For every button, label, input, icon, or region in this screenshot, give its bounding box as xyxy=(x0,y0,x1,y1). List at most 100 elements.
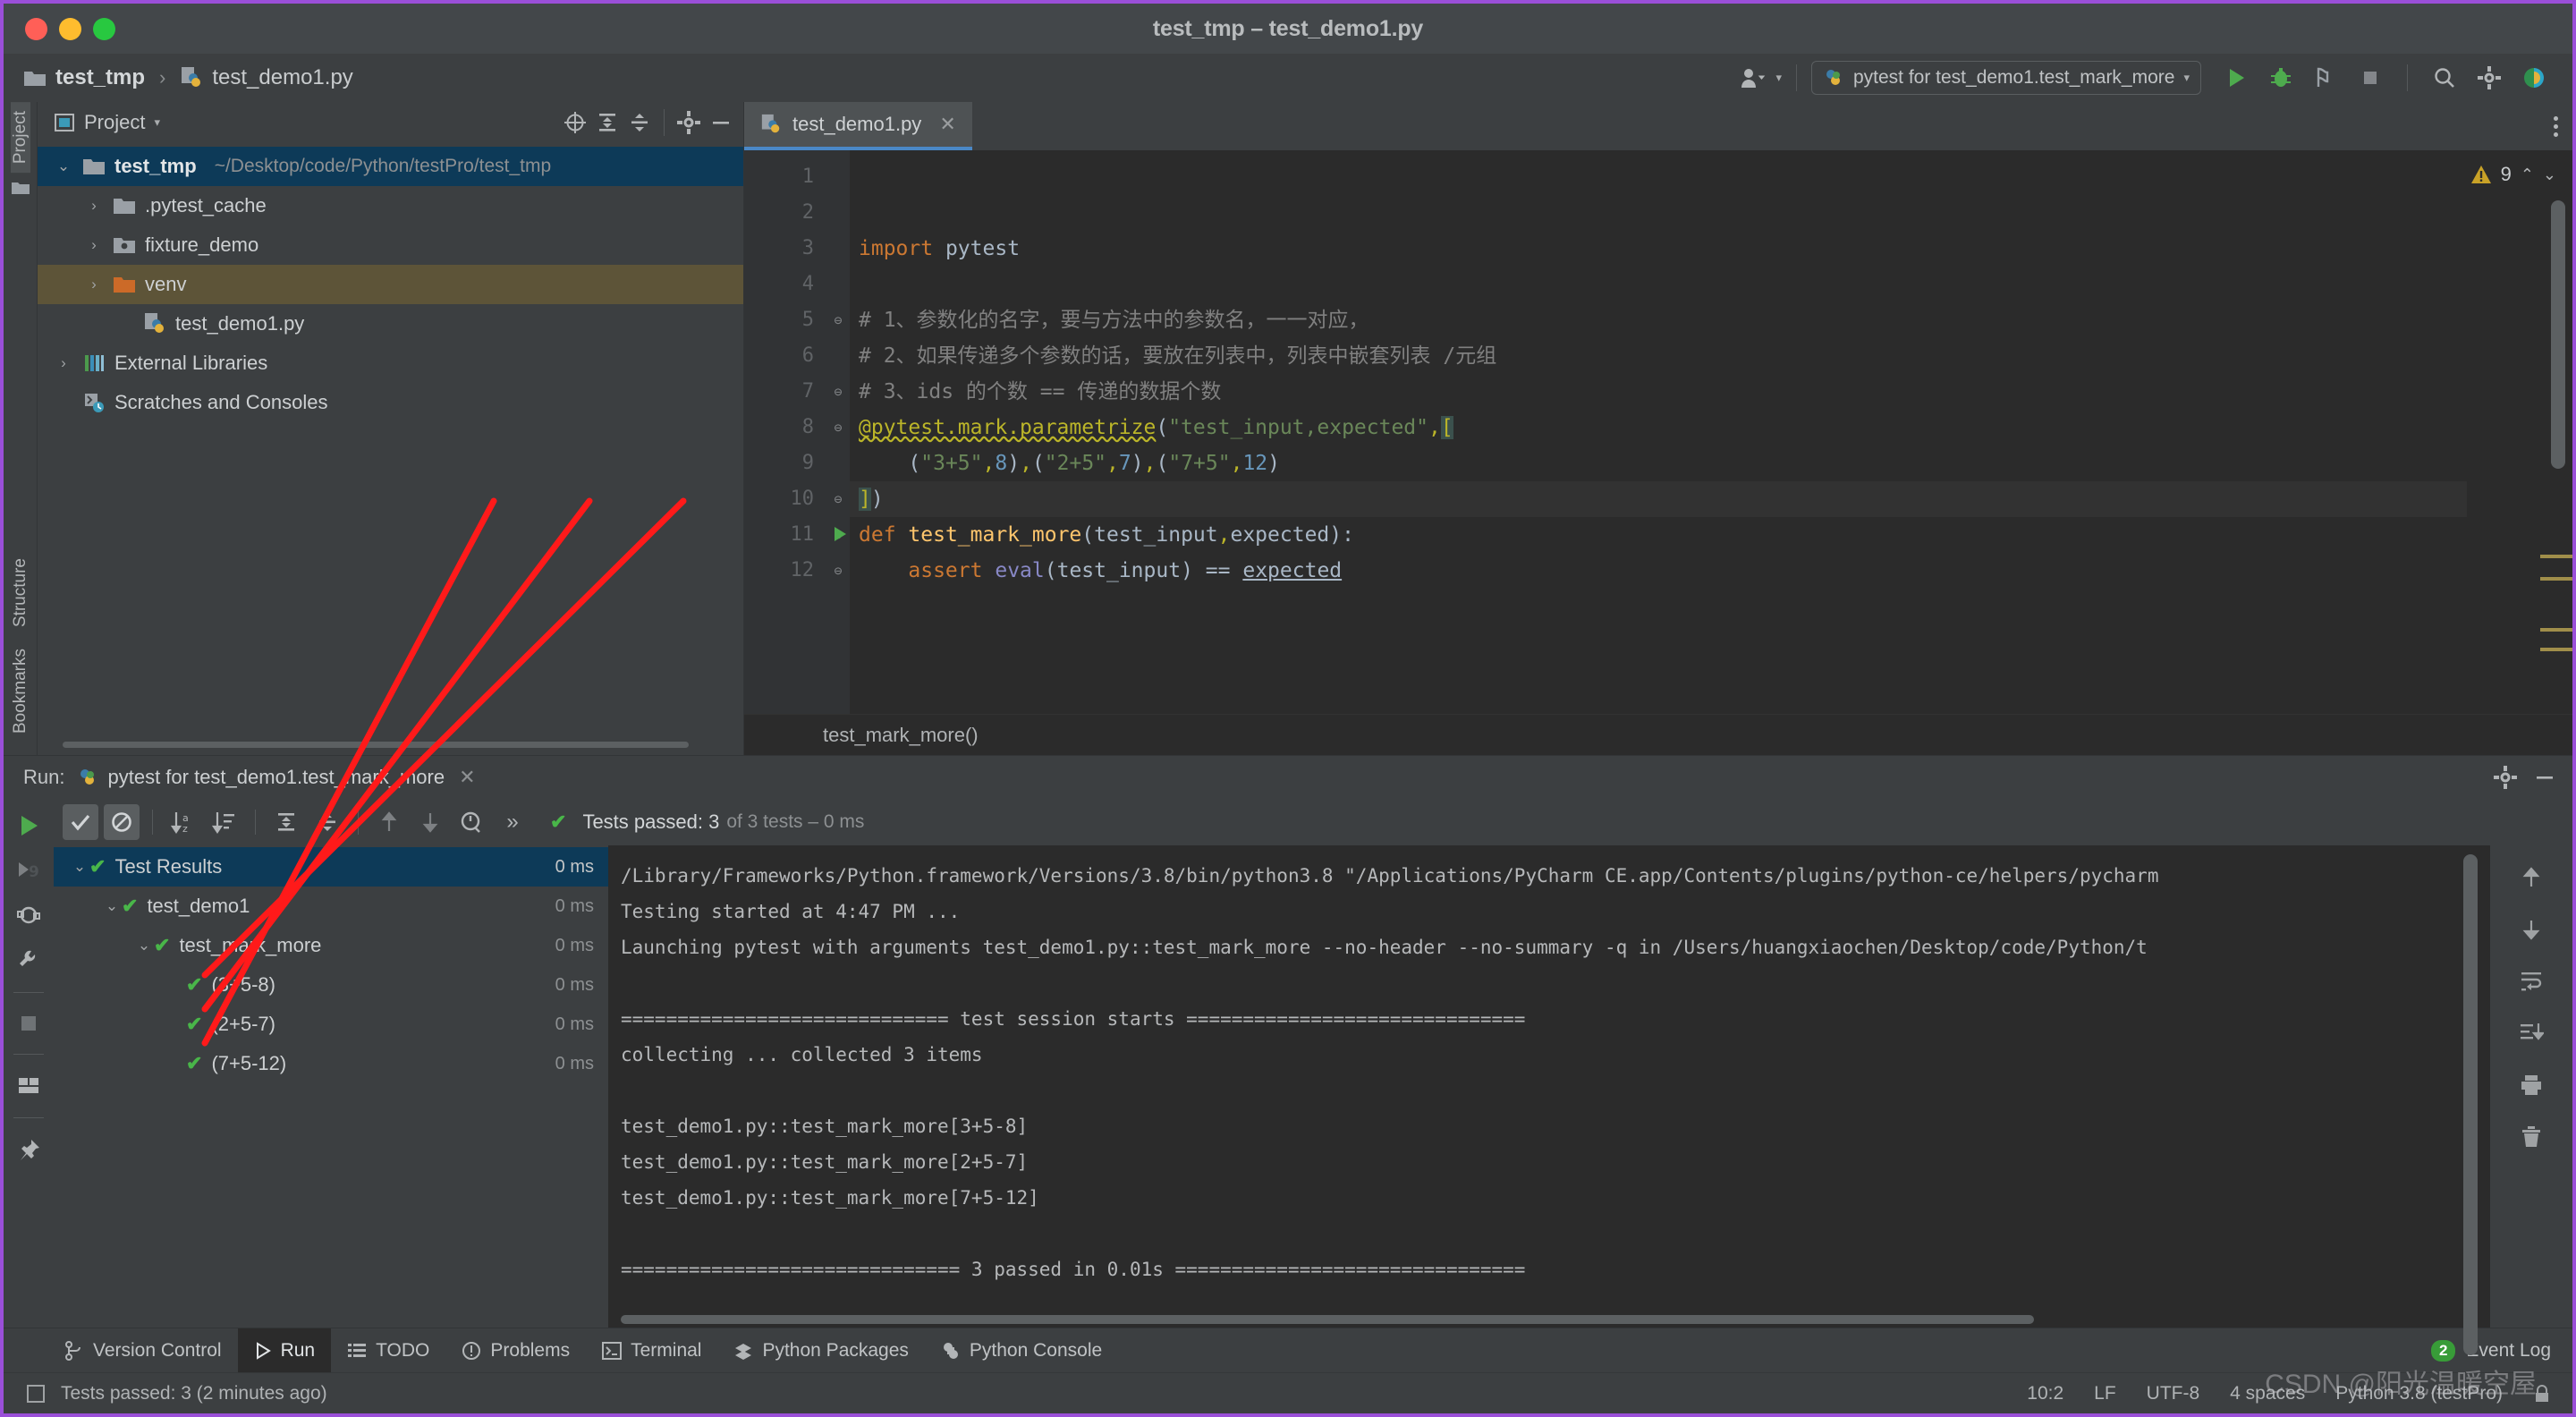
scroll-down-icon[interactable] xyxy=(2519,917,2544,942)
code-line[interactable]: # 1、参数化的名字，要与方法中的参数名，一一对应， xyxy=(850,302,2467,338)
sort-by-duration-button[interactable] xyxy=(207,804,242,840)
code-line[interactable] xyxy=(850,267,2467,302)
status-bar-item[interactable]: Python 3.8 (testPro) xyxy=(2335,1383,2503,1404)
expand-all-icon[interactable] xyxy=(596,111,619,134)
run-with-coverage-button[interactable] xyxy=(2308,60,2343,96)
prev-failed-button[interactable] xyxy=(371,804,407,840)
account-icon[interactable] xyxy=(1735,60,1771,96)
fold-toggle-icon[interactable]: ⊖ xyxy=(826,553,850,589)
bottom-tool-button[interactable]: Python Console xyxy=(925,1328,1118,1373)
bottom-tool-button[interactable]: Problems xyxy=(445,1328,586,1373)
editor-fold-column[interactable]: ⊖ ⊖ ⊖ ⊖ ⊖ ⊖ xyxy=(826,150,850,714)
rerun-button[interactable] xyxy=(16,813,41,838)
stop-button[interactable] xyxy=(18,1013,39,1034)
sidebar-tab-bookmarks[interactable]: Bookmarks xyxy=(11,640,30,742)
fold-toggle-icon[interactable]: ⊖ xyxy=(826,410,850,445)
chevron-down-icon[interactable]: ⌄ xyxy=(70,858,89,876)
project-tree-item[interactable]: Scratches and Consoles xyxy=(38,383,743,422)
code-line[interactable] xyxy=(850,159,2467,195)
close-icon[interactable]: ✕ xyxy=(939,113,955,136)
inspection-status[interactable]: 9 ⌃ ⌄ xyxy=(2470,157,2572,191)
bottom-tool-button[interactable]: Python Packages xyxy=(717,1328,924,1373)
chevron-up-icon[interactable]: ⌃ xyxy=(2521,165,2534,184)
code-line[interactable]: def test_mark_more(test_input,expected): xyxy=(850,517,2467,553)
code-line[interactable]: ("3+5",8),("2+5",7),("7+5",12) xyxy=(850,445,2467,481)
bottom-tool-button[interactable]: Version Control xyxy=(48,1328,238,1373)
test-history-button[interactable] xyxy=(453,804,489,840)
line-number[interactable]: 10 xyxy=(744,481,826,517)
gear-icon[interactable] xyxy=(2494,766,2517,789)
line-number[interactable]: 4 xyxy=(744,267,826,302)
memory-icon[interactable] xyxy=(25,1383,47,1404)
show-ignored-toggle[interactable] xyxy=(104,804,140,840)
toggle-auto-test-icon[interactable] xyxy=(16,903,41,928)
line-number[interactable]: 2 xyxy=(744,195,826,231)
chevron-down-icon[interactable]: ⌄ xyxy=(134,937,154,955)
ai-assistant-icon[interactable] xyxy=(2516,60,2552,96)
test-result-row[interactable]: ✔ (2+5-7) 0 ms xyxy=(54,1005,608,1044)
chevron-right-icon[interactable]: › xyxy=(84,276,104,293)
chevron-down-icon[interactable]: ⌄ xyxy=(2543,165,2556,184)
test-result-row[interactable]: ⌄ ✔ test_mark_more 0 ms xyxy=(54,926,608,965)
next-failed-button[interactable] xyxy=(412,804,448,840)
soft-wrap-icon[interactable] xyxy=(2519,969,2544,994)
editor-scrollbar[interactable] xyxy=(2551,200,2565,469)
code-line[interactable]: ]) xyxy=(850,481,2467,517)
test-result-row[interactable]: ✔ (3+5-8) 0 ms xyxy=(54,965,608,1005)
chevron-right-icon[interactable]: › xyxy=(84,197,104,215)
breadcrumb-item-project[interactable]: test_tmp xyxy=(55,65,145,90)
console-scrollbar[interactable] xyxy=(2463,854,2478,1355)
code-line[interactable]: # 2、如果传递多个参数的话，要放在列表中，列表中嵌套列表 /元组 xyxy=(850,338,2467,374)
line-number[interactable]: 11 xyxy=(744,517,846,553)
inspection-marker[interactable] xyxy=(2540,648,2572,651)
bottom-tool-button[interactable]: Terminal xyxy=(586,1328,717,1373)
chevron-down-icon[interactable]: ▾ xyxy=(154,115,160,130)
inspection-marker[interactable] xyxy=(2540,628,2572,632)
project-tree-item[interactable]: › External Libraries xyxy=(38,344,743,383)
editor-line-numbers[interactable]: 1 2 3 4 5 6 7 8 9 10 11 12 xyxy=(744,150,846,714)
project-tree-item[interactable]: test_demo1.py xyxy=(38,304,743,344)
test-result-row[interactable]: ✔ (7+5-12) 0 ms xyxy=(54,1044,608,1083)
search-icon[interactable] xyxy=(2427,60,2462,96)
bottom-tool-button[interactable]: Run xyxy=(237,1328,332,1373)
fold-toggle-icon[interactable]: ⊖ xyxy=(826,481,850,517)
test-result-row[interactable]: ⌄ ✔ test_demo1 0 ms xyxy=(54,887,608,926)
scroll-to-end-icon[interactable] xyxy=(2519,1021,2544,1046)
project-tree[interactable]: ⌄ test_tmp ~/Desktop/code/Python/testPro/t… xyxy=(38,143,743,734)
gear-icon[interactable] xyxy=(2471,60,2507,96)
test-results-tree[interactable]: ⌄ ✔ Test Results 0 ms ⌄ ✔ test_demo1 0 ms ⌄ ✔ test… xyxy=(54,845,608,1328)
status-bar-item[interactable]: UTF-8 xyxy=(2147,1383,2200,1404)
select-opened-file-icon[interactable] xyxy=(564,111,587,134)
code-line[interactable]: @pytest.mark.parametrize("test_input,exp… xyxy=(850,410,2467,445)
collapse-all-button[interactable] xyxy=(309,804,345,840)
status-bar-item[interactable]: 4 spaces xyxy=(2230,1383,2305,1404)
run-gutter-icon[interactable] xyxy=(835,527,846,541)
breadcrumb-item-file[interactable]: test_demo1.py xyxy=(212,65,352,90)
event-log-area[interactable]: 2 Event Log xyxy=(2430,1339,2572,1362)
status-bar-item[interactable]: LF xyxy=(2094,1383,2116,1404)
project-tree-item[interactable]: ⌄ test_tmp ~/Desktop/code/Python/testPro/t… xyxy=(38,147,743,186)
project-tree-item[interactable]: › venv xyxy=(38,265,743,304)
print-icon[interactable] xyxy=(2519,1073,2544,1098)
sidebar-tab-project[interactable]: Project xyxy=(10,102,30,174)
project-tree-hscrollbar[interactable] xyxy=(63,739,731,750)
bottom-tool-button[interactable]: TODO xyxy=(331,1328,445,1373)
chevron-down-icon[interactable]: ⌄ xyxy=(54,157,73,175)
gear-icon[interactable] xyxy=(677,111,700,134)
status-bar-item[interactable]: 10:2 xyxy=(2027,1383,2063,1404)
inspection-marker[interactable] xyxy=(2540,555,2572,558)
line-number[interactable]: 12 xyxy=(744,553,826,589)
more-options-icon[interactable] xyxy=(2554,115,2558,137)
code-content[interactable]: import pytest # 1、参数化的名字，要与方法中的参数名，一一对应， #… xyxy=(850,150,2467,714)
project-tree-item[interactable]: › .pytest_cache xyxy=(38,186,743,225)
show-passed-toggle[interactable] xyxy=(63,804,98,840)
lock-icon[interactable] xyxy=(2533,1384,2551,1404)
project-tree-item[interactable]: › fixture_demo xyxy=(38,225,743,265)
rerun-failed-button[interactable]: 9 xyxy=(16,858,41,883)
line-number[interactable]: 7 xyxy=(744,374,826,410)
fold-toggle-icon[interactable]: ⊖ xyxy=(826,302,850,338)
chevron-right-icon[interactable]: › xyxy=(84,236,104,254)
chevron-right-icon[interactable]: › xyxy=(54,354,73,372)
debug-button[interactable] xyxy=(2263,60,2299,96)
scroll-up-icon[interactable] xyxy=(2519,865,2544,890)
